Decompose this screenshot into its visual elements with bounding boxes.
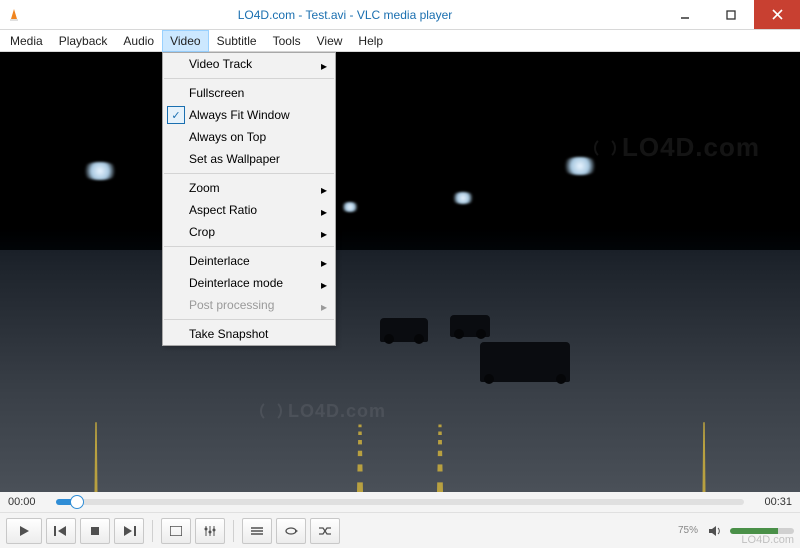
menu-video[interactable]: Video: [162, 30, 208, 52]
play-button[interactable]: [6, 518, 42, 544]
video-car: [480, 342, 570, 382]
menu-item-fullscreen[interactable]: Fullscreen: [163, 82, 335, 104]
submenu-arrow-icon: ▸: [321, 300, 327, 314]
time-current[interactable]: 00:00: [8, 496, 48, 508]
menu-subtitle[interactable]: Subtitle: [209, 30, 265, 52]
stop-button[interactable]: [80, 518, 110, 544]
submenu-arrow-icon: ▸: [321, 183, 327, 197]
playback-controls: 75%: [0, 512, 800, 548]
menu-item-always-fit-window[interactable]: ✓ Always Fit Window: [163, 104, 335, 126]
skip-forward-icon: [122, 526, 136, 536]
submenu-arrow-icon: ▸: [321, 205, 327, 219]
menu-media[interactable]: Media: [2, 30, 51, 52]
menu-item-post-processing: Post processing ▸: [163, 294, 335, 316]
video-dropdown: Video Track ▸ Fullscreen ✓ Always Fit Wi…: [162, 52, 336, 346]
menu-item-aspect-ratio[interactable]: Aspect Ratio ▸: [163, 199, 335, 221]
skip-back-icon: [54, 526, 68, 536]
maximize-button[interactable]: [708, 0, 754, 29]
menu-item-deinterlace[interactable]: Deinterlace ▸: [163, 250, 335, 272]
menu-view[interactable]: View: [309, 30, 351, 52]
time-total[interactable]: 00:31: [752, 496, 792, 508]
fullscreen-icon: [170, 526, 182, 536]
playlist-icon: [251, 526, 263, 536]
refresh-icon: [594, 137, 616, 159]
speaker-icon: [709, 525, 723, 537]
submenu-arrow-icon: ▸: [321, 227, 327, 241]
shuffle-icon: [318, 526, 332, 536]
watermark-top: LO4D.com: [594, 132, 760, 163]
volume-percent: 75%: [668, 525, 698, 536]
loop-button[interactable]: [276, 518, 306, 544]
submenu-arrow-icon: ▸: [321, 59, 327, 73]
titlebar: LO4D.com - Test.avi - VLC media player: [0, 0, 800, 30]
previous-button[interactable]: [46, 518, 76, 544]
menu-item-video-track[interactable]: Video Track ▸: [163, 53, 335, 75]
watermark-center: LO4D.com: [260, 400, 386, 422]
video-road: [0, 250, 800, 492]
fullscreen-button[interactable]: [161, 518, 191, 544]
extended-settings-button[interactable]: [195, 518, 225, 544]
playlist-button[interactable]: [242, 518, 272, 544]
menu-help[interactable]: Help: [350, 30, 391, 52]
window-title: LO4D.com - Test.avi - VLC media player: [28, 0, 662, 29]
menu-item-zoom[interactable]: Zoom ▸: [163, 177, 335, 199]
minimize-button[interactable]: [662, 0, 708, 29]
menu-item-always-on-top[interactable]: Always on Top: [163, 126, 335, 148]
play-icon: [18, 525, 30, 537]
window-controls: [662, 0, 800, 29]
menu-tools[interactable]: Tools: [265, 30, 309, 52]
seek-bar-row: 00:00 00:31: [0, 492, 800, 512]
refresh-icon: [260, 400, 282, 422]
next-button[interactable]: [114, 518, 144, 544]
checkmark-icon: ✓: [167, 106, 185, 124]
seek-slider[interactable]: [56, 499, 744, 505]
submenu-arrow-icon: ▸: [321, 256, 327, 270]
app-icon: [0, 0, 28, 29]
volume-slider[interactable]: [730, 528, 794, 534]
seek-knob[interactable]: [70, 495, 84, 509]
submenu-arrow-icon: ▸: [321, 278, 327, 292]
menu-item-take-snapshot[interactable]: Take Snapshot: [163, 323, 335, 345]
stop-icon: [90, 526, 100, 536]
close-button[interactable]: [754, 0, 800, 29]
menu-audio[interactable]: Audio: [115, 30, 162, 52]
menu-item-set-as-wallpaper[interactable]: Set as Wallpaper: [163, 148, 335, 170]
menu-playback[interactable]: Playback: [51, 30, 116, 52]
video-area[interactable]: LO4D.com LO4D.com: [0, 52, 800, 492]
menu-item-deinterlace-mode[interactable]: Deinterlace mode ▸: [163, 272, 335, 294]
loop-icon: [284, 526, 298, 536]
menu-item-crop[interactable]: Crop ▸: [163, 221, 335, 243]
shuffle-button[interactable]: [310, 518, 340, 544]
equalizer-icon: [204, 526, 216, 536]
menubar: Media Playback Audio Video Subtitle Tool…: [0, 30, 800, 52]
mute-button[interactable]: [706, 525, 726, 537]
